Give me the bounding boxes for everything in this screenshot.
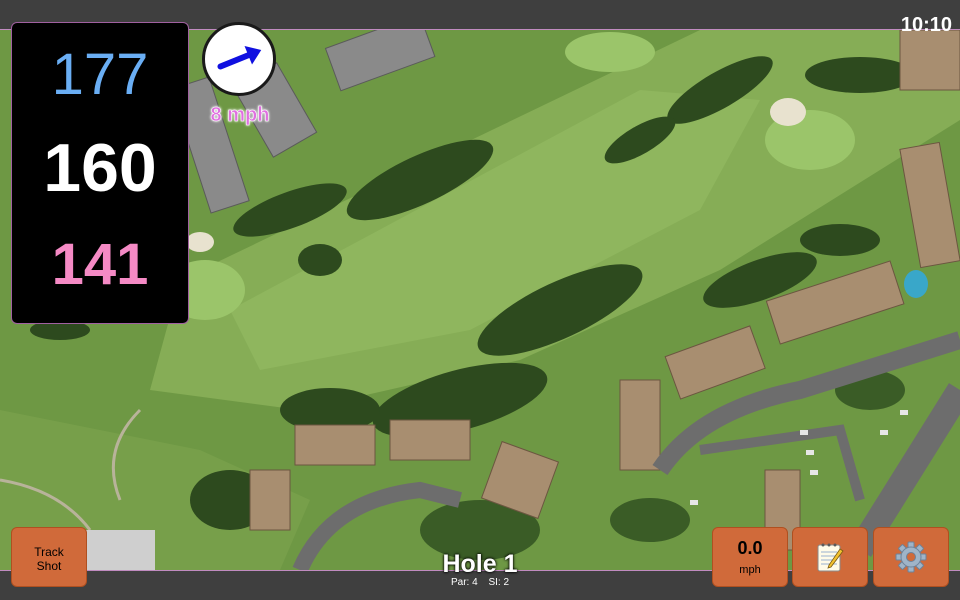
settings-button[interactable] — [873, 527, 949, 587]
track-shot-button[interactable]: Track Shot — [11, 527, 87, 587]
speed-unit: mph — [739, 564, 761, 576]
gear-icon — [895, 541, 927, 573]
notepad-icon — [817, 543, 844, 572]
notes-button[interactable] — [792, 527, 868, 587]
speed-button[interactable]: 0.0 mph — [712, 527, 788, 587]
track-shot-label-line2: Shot — [36, 559, 62, 573]
hole-meta: Par: 4 SI: 2 — [380, 577, 580, 588]
track-shot-label-line1: Track — [34, 545, 64, 559]
center-distance: 160 — [43, 130, 157, 206]
hole-stroke-index: SI: 2 — [488, 577, 510, 588]
golf-gps-screen: 10:10 177 160 141 8 mph Track Shot Hole … — [0, 0, 960, 600]
hole-title: Hole 1 — [442, 550, 518, 578]
wind-speed-label: 8 mph — [210, 104, 270, 127]
wind-direction-dial — [202, 22, 276, 96]
back-distance: 177 — [51, 42, 149, 107]
hole-par: Par: 4 — [450, 577, 478, 588]
speed-value: 0.0 — [737, 538, 763, 558]
wind-arrow-icon — [217, 45, 262, 70]
distance-panel[interactable]: 177 160 141 — [11, 22, 189, 324]
front-distance: 141 — [51, 232, 149, 297]
status-clock: 10:10 — [900, 14, 952, 36]
